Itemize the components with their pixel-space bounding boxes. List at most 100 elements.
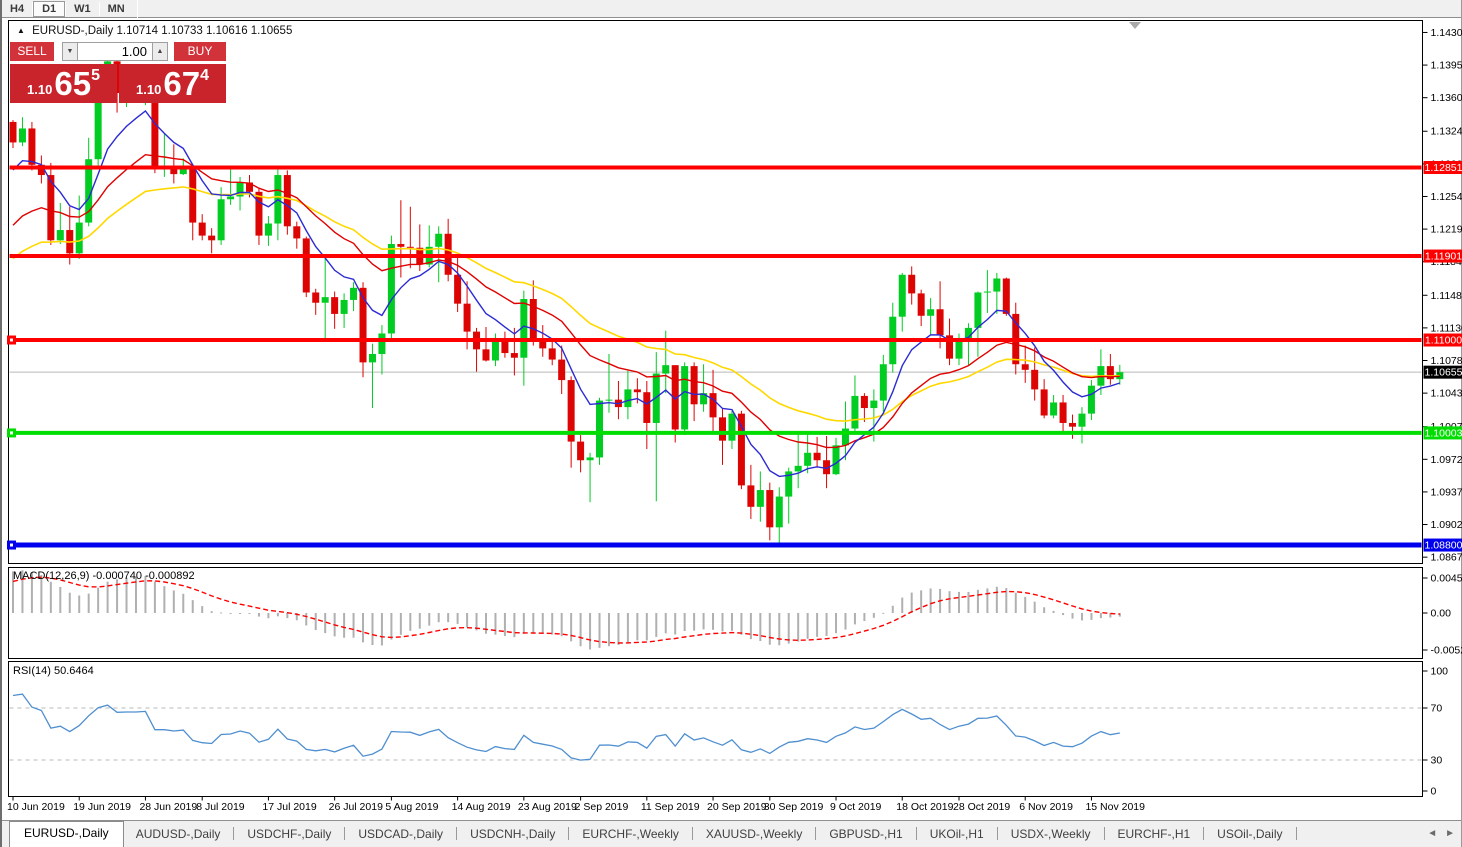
rsi-pane[interactable] bbox=[9, 662, 1423, 797]
macd-indicator-label: MACD(12,26,9) -0.000740 -0.000892 bbox=[13, 570, 195, 582]
svg-text:26 Jul 2019: 26 Jul 2019 bbox=[329, 801, 383, 813]
symbol-tabbar: EURUSD-,Daily AUDUSD-,Daily USDCHF-,Dail… bbox=[2, 820, 1461, 847]
sell-price-pip: 5 bbox=[91, 67, 100, 85]
svg-text:1.10655: 1.10655 bbox=[1425, 367, 1462, 379]
tab-audusd-daily[interactable]: AUDUSD-,Daily bbox=[124, 823, 233, 847]
macd-name: MACD(12,26,9) bbox=[13, 570, 89, 582]
sell-price-box[interactable]: 1.10 65 5 bbox=[10, 64, 117, 103]
svg-text:28 Jun 2019: 28 Jun 2019 bbox=[139, 801, 197, 813]
svg-text:1.10430: 1.10430 bbox=[1431, 388, 1462, 400]
svg-text:1.10003: 1.10003 bbox=[1425, 427, 1462, 439]
chart-ohlc-values: 1.10714 1.10733 1.10616 1.10655 bbox=[116, 25, 292, 37]
volume-decrease-button[interactable]: ▼ bbox=[62, 42, 78, 61]
svg-text:11 Sep 2019: 11 Sep 2019 bbox=[641, 801, 700, 813]
svg-text:10 Jun 2019: 10 Jun 2019 bbox=[7, 801, 65, 813]
date-axis[interactable]: 10 Jun 2019 19 Jun 2019 28 Jun 20198 Jul 2… bbox=[7, 797, 1145, 814]
svg-text:0.00: 0.00 bbox=[1431, 608, 1452, 620]
svg-text:100: 100 bbox=[1431, 666, 1449, 678]
buy-price-box[interactable]: 1.10 67 4 bbox=[119, 64, 226, 103]
svg-text:1.10780: 1.10780 bbox=[1431, 355, 1462, 367]
svg-text:20 Sep 2019: 20 Sep 2019 bbox=[707, 801, 767, 813]
tab-separator bbox=[568, 827, 569, 840]
svg-text:1.13600: 1.13600 bbox=[1431, 92, 1462, 104]
svg-text:30: 30 bbox=[1431, 755, 1443, 767]
price-axis[interactable]: 1.143001.139501.136001.132401.128901.125… bbox=[1423, 27, 1462, 564]
svg-text:1.09720: 1.09720 bbox=[1431, 454, 1462, 466]
svg-text:14 Aug 2019: 14 Aug 2019 bbox=[452, 801, 511, 813]
svg-text:15 Nov 2019: 15 Nov 2019 bbox=[1085, 801, 1145, 813]
svg-text:6 Nov 2019: 6 Nov 2019 bbox=[1019, 801, 1073, 813]
tab-usdx-weekly[interactable]: USDX-,Weekly bbox=[999, 823, 1103, 847]
rsi-indicator-label: RSI(14) 50.6464 bbox=[13, 665, 94, 677]
svg-text:23 Aug 2019: 23 Aug 2019 bbox=[518, 801, 577, 813]
svg-text:9 Oct 2019: 9 Oct 2019 bbox=[830, 801, 882, 813]
volume-input[interactable] bbox=[78, 42, 152, 61]
sell-button[interactable]: SELL bbox=[10, 42, 54, 61]
tab-usdchf-daily[interactable]: USDCHF-,Daily bbox=[235, 823, 343, 847]
svg-text:1.08670: 1.08670 bbox=[1431, 552, 1462, 564]
tab-separator bbox=[456, 827, 457, 840]
tab-separator bbox=[233, 827, 234, 840]
collapse-panel-icon[interactable]: ▲ bbox=[17, 26, 25, 35]
svg-text:1.11480: 1.11480 bbox=[1431, 290, 1462, 302]
svg-text:8 Jul 2019: 8 Jul 2019 bbox=[196, 801, 245, 813]
svg-text:1.11130: 1.11130 bbox=[1431, 322, 1462, 334]
svg-text:1.13950: 1.13950 bbox=[1431, 60, 1462, 72]
svg-text:1.11000: 1.11000 bbox=[1425, 335, 1462, 347]
tab-usdcnh-daily[interactable]: USDCNH-,Daily bbox=[458, 823, 567, 847]
svg-text:19 Jun 2019: 19 Jun 2019 bbox=[73, 801, 131, 813]
chart-canvas[interactable]: 1.143001.139501.136001.132401.128901.125… bbox=[2, 0, 1462, 820]
svg-text:1.12851: 1.12851 bbox=[1425, 162, 1462, 174]
svg-text:1.12190: 1.12190 bbox=[1431, 224, 1462, 236]
svg-text:1.11901: 1.11901 bbox=[1425, 251, 1462, 263]
macd-axis[interactable]: 0.004536 0.00 -0.005205 bbox=[1423, 573, 1462, 657]
tab-separator bbox=[344, 827, 345, 840]
rsi-value: 50.6464 bbox=[54, 665, 94, 677]
sell-price-main: 65 bbox=[54, 67, 91, 100]
svg-text:5 Aug 2019: 5 Aug 2019 bbox=[385, 801, 438, 813]
chart-symbol-label: EURUSD-,Daily bbox=[32, 25, 113, 37]
svg-text:30 Sep 2019: 30 Sep 2019 bbox=[764, 801, 824, 813]
buy-price-prefix: 1.10 bbox=[136, 82, 161, 97]
svg-text:1.08800: 1.08800 bbox=[1425, 540, 1462, 552]
svg-text:17 Jul 2019: 17 Jul 2019 bbox=[262, 801, 316, 813]
tab-eurusd-daily[interactable]: EURUSD-,Daily bbox=[9, 821, 124, 847]
svg-text:0: 0 bbox=[1431, 786, 1437, 798]
tabs-scroll-right-icon[interactable]: ► bbox=[1445, 829, 1455, 839]
tab-usdcad-daily[interactable]: USDCAD-,Daily bbox=[346, 823, 455, 847]
terminal-window: H4 D1 W1 MN 1.143001.139501.136001.13240… bbox=[0, 0, 1462, 847]
svg-text:1.13240: 1.13240 bbox=[1431, 126, 1462, 138]
macd-values: -0.000740 -0.000892 bbox=[92, 570, 194, 582]
svg-text:2 Sep 2019: 2 Sep 2019 bbox=[575, 801, 629, 813]
tab-separator bbox=[916, 827, 917, 840]
svg-text:1.09370: 1.09370 bbox=[1431, 486, 1462, 498]
tabs-scroll-left-icon[interactable]: ◄ bbox=[1427, 829, 1437, 839]
tab-separator bbox=[692, 827, 693, 840]
svg-text:0.004536: 0.004536 bbox=[1431, 573, 1462, 585]
tab-xauusd-weekly[interactable]: XAUUSD-,Weekly bbox=[694, 823, 814, 847]
tab-eurchf-weekly[interactable]: EURCHF-,Weekly bbox=[570, 823, 690, 847]
rsi-axis[interactable]: 10070300 bbox=[1423, 666, 1449, 798]
svg-text:28 Oct 2019: 28 Oct 2019 bbox=[953, 801, 1010, 813]
svg-text:1.14300: 1.14300 bbox=[1431, 27, 1462, 39]
sell-price-prefix: 1.10 bbox=[27, 82, 52, 97]
tab-eurchf-h1[interactable]: EURCHF-,H1 bbox=[1106, 823, 1203, 847]
tab-gbpusd-h1[interactable]: GBPUSD-,H1 bbox=[817, 823, 914, 847]
one-click-trading-panel: SELL ▼ ▲ BUY 1.10 65 5 1.10 67 4 bbox=[10, 42, 226, 103]
tab-separator bbox=[1296, 827, 1297, 840]
chart-title: ▲ EURUSD-,Daily 1.10714 1.10733 1.10616 … bbox=[17, 25, 292, 37]
tab-separator bbox=[997, 827, 998, 840]
svg-text:1.09020: 1.09020 bbox=[1431, 519, 1462, 531]
tab-separator bbox=[815, 827, 816, 840]
tab-ukoil-h1[interactable]: UKOil-,H1 bbox=[918, 823, 996, 847]
buy-price-main: 67 bbox=[163, 67, 200, 100]
volume-increase-button[interactable]: ▲ bbox=[152, 42, 168, 61]
svg-text:-0.005205: -0.005205 bbox=[1431, 645, 1462, 657]
buy-price-pip: 4 bbox=[200, 67, 209, 85]
tab-separator bbox=[1104, 827, 1105, 840]
svg-text:18 Oct 2019: 18 Oct 2019 bbox=[896, 801, 953, 813]
tab-usoil-daily[interactable]: USOil-,Daily bbox=[1205, 823, 1294, 847]
tab-separator bbox=[1203, 827, 1204, 840]
rsi-name: RSI(14) bbox=[13, 665, 51, 677]
buy-button[interactable]: BUY bbox=[174, 42, 226, 61]
